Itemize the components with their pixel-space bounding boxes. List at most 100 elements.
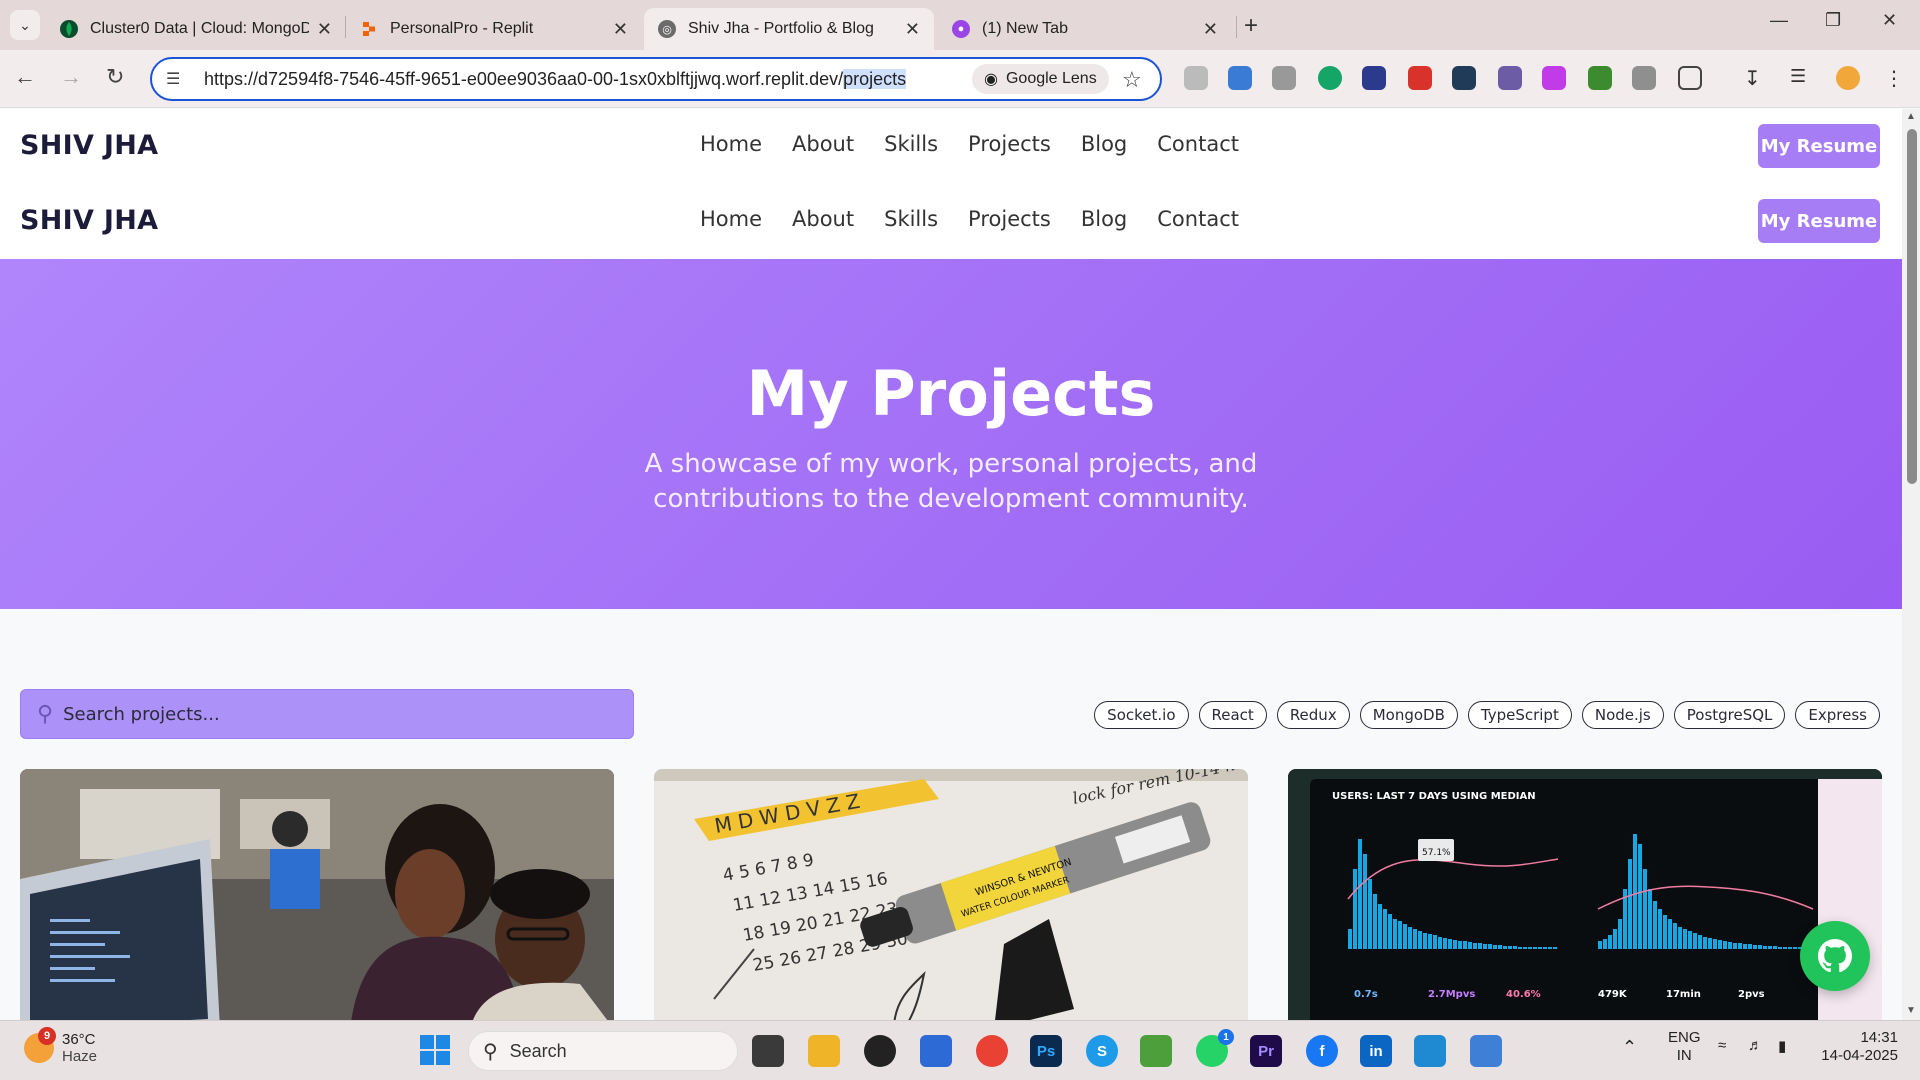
tab-replit[interactable]: PersonalPro - Replit ✕ [346, 8, 642, 50]
tag-postgresql[interactable]: PostgreSQL [1673, 701, 1786, 729]
close-icon[interactable]: ✕ [317, 19, 332, 40]
minimize-icon[interactable]: — [1770, 10, 1788, 31]
tag-react[interactable]: React [1198, 701, 1267, 729]
weather-widget[interactable]: 9 36°C Haze [24, 1027, 97, 1065]
project-card-image[interactable]: USERS: LAST 7 DAYS USING MEDIAN 57.1% 0.… [1288, 769, 1882, 1020]
url-text[interactable]: https://d72594f8-7546-45ff-9651-e00ee903… [204, 68, 907, 90]
dashboard-bar [1438, 937, 1442, 949]
tag-typescript[interactable]: TypeScript [1467, 701, 1572, 729]
page-scrollbar[interactable]: ▲ ▼ [1902, 109, 1920, 1020]
nav-blog[interactable]: Blog [1081, 132, 1127, 156]
linkedin-icon[interactable]: in [1360, 1035, 1392, 1067]
wifi-icon[interactable]: ≈ [1718, 1037, 1726, 1054]
nav-skills[interactable]: Skills [884, 207, 938, 231]
window-close-icon[interactable]: ✕ [1882, 10, 1897, 31]
close-icon[interactable]: ✕ [905, 19, 920, 40]
obs-icon[interactable] [864, 1035, 896, 1067]
nav-home[interactable]: Home [700, 132, 762, 156]
tag-mongodb[interactable]: MongoDB [1359, 701, 1458, 729]
microsoft-store-icon[interactable] [920, 1035, 952, 1067]
fox-extension-icon[interactable] [1498, 66, 1522, 90]
nav-contact[interactable]: Contact [1157, 132, 1239, 156]
tab-search-button[interactable]: ⌄ [10, 10, 40, 40]
tab-strip: ⌄ Cluster0 Data | Cloud: MongoDB ✕ Perso… [0, 0, 1920, 50]
photoshop-icon[interactable]: Ps [1030, 1035, 1062, 1067]
chrome-icon[interactable] [976, 1035, 1008, 1067]
url-prefix: https://d72594f8-7546-45ff-9651-e00ee903… [204, 68, 844, 89]
file-explorer-icon[interactable] [808, 1035, 840, 1067]
site-brand[interactable]: SHIV JHA [20, 205, 158, 236]
site-brand[interactable]: SHIV JHA [20, 130, 158, 161]
tag-nodejs[interactable]: Node.js [1581, 701, 1664, 729]
screenshot-extension-icon[interactable] [1272, 66, 1296, 90]
weather-sun-icon: 9 [24, 1027, 56, 1063]
project-search-box[interactable]: ⚲ [20, 689, 634, 739]
nav-about[interactable]: About [792, 207, 854, 231]
address-bar[interactable]: ☰ https://d72594f8-7546-45ff-9651-e00ee9… [150, 57, 1162, 101]
tag-extension-icon[interactable] [1228, 66, 1252, 90]
download-icon[interactable]: ↧ [1744, 66, 1768, 90]
language-indicator[interactable]: ENG IN [1668, 1029, 1701, 1065]
task-view-icon[interactable] [752, 1035, 784, 1067]
scroll-up-icon[interactable]: ▲ [1906, 111, 1916, 122]
tab-new-tab[interactable]: ● (1) New Tab ✕ [938, 8, 1232, 50]
skype-icon[interactable]: S [1086, 1035, 1118, 1067]
purple-extension-icon[interactable] [1542, 66, 1566, 90]
reload-icon[interactable]: ↻ [106, 64, 124, 90]
puzzle-extensions-icon[interactable] [1678, 66, 1702, 90]
facebook-icon[interactable]: f [1306, 1035, 1338, 1067]
red-extension-icon[interactable] [1408, 66, 1432, 90]
github-button[interactable] [1800, 921, 1870, 991]
site-settings-icon[interactable]: ☰ [166, 69, 192, 89]
shopify-extension-icon[interactable] [1184, 66, 1208, 90]
kebab-menu-icon[interactable]: ⋮ [1884, 66, 1908, 90]
dashboard-bar [1548, 947, 1552, 949]
back-arrow-icon[interactable]: ← [14, 64, 36, 90]
code-extension-icon[interactable] [1632, 66, 1656, 90]
grammarly-extension-icon[interactable] [1318, 66, 1342, 90]
glasses-extension-icon[interactable] [1588, 66, 1612, 90]
bookmark-star-icon[interactable]: ☆ [1122, 67, 1142, 93]
close-icon[interactable]: ✕ [1203, 19, 1218, 40]
taskbar-search[interactable]: ⚲ Search [468, 1031, 738, 1071]
graph-extension-icon[interactable] [1452, 66, 1476, 90]
vscode-icon[interactable] [1414, 1035, 1446, 1067]
volume-icon[interactable]: ♬ [1748, 1037, 1763, 1054]
media-control-icon[interactable]: ☰ [1790, 66, 1814, 90]
nav-skills[interactable]: Skills [884, 132, 938, 156]
tag-redux[interactable]: Redux [1276, 701, 1350, 729]
my-resume-button[interactable]: My Resume [1758, 124, 1880, 168]
project-card-image[interactable] [20, 769, 614, 1020]
tab-portfolio[interactable]: ◎ Shiv Jha - Portfolio & Blog ✕ [644, 8, 934, 50]
whatsapp-icon[interactable]: 1 [1196, 1029, 1234, 1067]
tag-express[interactable]: Express [1795, 701, 1880, 729]
chevron-up-icon[interactable]: ⌃ [1622, 1037, 1637, 1058]
close-icon[interactable]: ✕ [613, 19, 628, 40]
windows-start-icon[interactable] [420, 1035, 450, 1065]
search-input[interactable] [63, 703, 584, 725]
nav-projects[interactable]: Projects [968, 207, 1051, 231]
colorful-extension-icon[interactable] [1362, 66, 1386, 90]
profile-avatar-icon[interactable] [1836, 66, 1860, 90]
battery-icon[interactable]: ▮ [1778, 1037, 1786, 1055]
premiere-pro-icon[interactable]: Pr [1250, 1035, 1282, 1067]
nav-about[interactable]: About [792, 132, 854, 156]
google-lens-button[interactable]: ◉ Google Lens [972, 64, 1109, 94]
scroll-down-icon[interactable]: ▼ [1906, 1005, 1916, 1016]
photos-icon[interactable] [1140, 1035, 1172, 1067]
nav-blog[interactable]: Blog [1081, 207, 1127, 231]
page-viewport: SHIV JHA Home About Skills Projects Blog… [0, 109, 1902, 1020]
notepad-icon[interactable] [1470, 1035, 1502, 1067]
nav-projects[interactable]: Projects [968, 132, 1051, 156]
new-tab-plus-icon[interactable]: + [1244, 12, 1258, 40]
nav-contact[interactable]: Contact [1157, 207, 1239, 231]
my-resume-button[interactable]: My Resume [1758, 199, 1880, 243]
tag-socketio[interactable]: Socket.io [1094, 701, 1189, 729]
scrollbar-thumb[interactable] [1907, 129, 1917, 484]
restore-icon[interactable]: ❐ [1825, 10, 1841, 31]
project-card-image[interactable]: M D W D V Z Z 4 5 6 7 8 9 11 12 13 14 15… [654, 769, 1248, 1020]
tab-mongodb[interactable]: Cluster0 Data | Cloud: MongoDB ✕ [46, 8, 346, 50]
clock[interactable]: 14:31 14-04-2025 [1818, 1029, 1898, 1065]
nav-home[interactable]: Home [700, 207, 762, 231]
forward-arrow-icon[interactable]: → [60, 64, 82, 90]
